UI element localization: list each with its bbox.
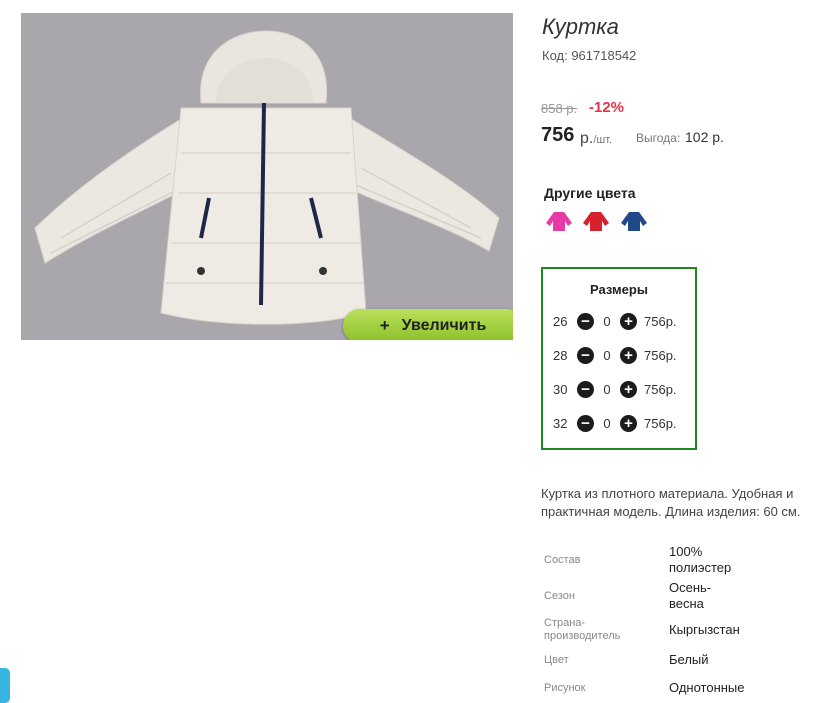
- old-price: 858 р.: [541, 101, 578, 116]
- minus-icon[interactable]: −: [577, 414, 594, 432]
- jacket-red-icon: [583, 212, 609, 231]
- spec-value: Однотонные: [669, 680, 745, 695]
- other-colors-title: Другие цвета: [544, 185, 636, 201]
- minus-icon[interactable]: −: [577, 380, 594, 398]
- product-code: Код: 961718542: [542, 48, 637, 63]
- size-row: 32 − 0 + 756р.: [553, 413, 677, 433]
- size-qty: 0: [603, 415, 611, 431]
- plus-icon: +: [379, 316, 390, 335]
- discount-badge: -12%: [589, 99, 625, 116]
- color-swatch-blue[interactable]: [620, 209, 648, 233]
- jacket-pink-icon: [546, 212, 572, 231]
- spec-label: Сезон: [544, 590, 575, 602]
- spec-value: Белый: [669, 652, 709, 667]
- jacket-illustration: [34, 30, 500, 325]
- product-description: Куртка из плотного материала. Удобная и …: [541, 486, 801, 519]
- spec-label: Цвет: [544, 654, 569, 666]
- price-unit: р./шт.: [580, 130, 612, 148]
- size-qty: 0: [603, 347, 611, 363]
- jacket-blue-icon: [621, 212, 647, 231]
- zoom-label: Увеличить: [401, 317, 487, 334]
- spec-value: 100% полиэстер: [669, 544, 732, 575]
- currency: р.: [580, 130, 594, 147]
- size-row: 26 − 0 + 756р.: [553, 311, 677, 331]
- spec-value: Осень-весна: [669, 580, 712, 611]
- color-swatch-red[interactable]: [582, 209, 610, 233]
- side-widget-tab[interactable]: [0, 668, 10, 703]
- size-price: 756р.: [644, 381, 677, 397]
- product-title: Куртка: [542, 14, 619, 39]
- unit: /шт.: [593, 134, 613, 146]
- size-row: 30 − 0 + 756р.: [553, 379, 677, 399]
- product-image[interactable]: + Увеличить: [21, 13, 513, 340]
- spec-label: Состав: [544, 554, 581, 566]
- size-price: 756р.: [644, 347, 677, 363]
- current-price: 756: [541, 124, 575, 146]
- sizes-box: Размеры 26 − 0 + 756р. 28 − 0 + 756р. 30…: [541, 267, 697, 450]
- product-page: + Увеличить Куртка Код: 961718542 858 р.…: [0, 0, 837, 703]
- benefit-label: Выгода:: [636, 131, 681, 145]
- plus-icon[interactable]: +: [620, 346, 637, 364]
- size-qty: 0: [603, 313, 611, 329]
- plus-icon[interactable]: +: [620, 380, 637, 398]
- spec-value: Кыргызстан: [669, 622, 740, 637]
- plus-icon[interactable]: +: [620, 312, 637, 330]
- minus-icon[interactable]: −: [577, 346, 594, 364]
- size-price: 756р.: [644, 415, 677, 431]
- spec-label: Рисунок: [544, 682, 586, 694]
- minus-icon[interactable]: −: [577, 312, 594, 330]
- size-number: 32: [553, 415, 568, 431]
- sizes-title: Размеры: [590, 282, 648, 297]
- size-number: 26: [553, 313, 568, 329]
- size-price: 756р.: [644, 313, 677, 329]
- plus-icon[interactable]: +: [620, 414, 637, 432]
- size-row: 28 − 0 + 756р.: [553, 345, 677, 365]
- size-number: 30: [553, 381, 568, 397]
- color-swatch-pink[interactable]: [545, 209, 573, 233]
- spec-label: Страна-производитель: [544, 617, 621, 642]
- size-qty: 0: [603, 381, 611, 397]
- benefit-value: 102 р.: [685, 129, 724, 145]
- size-number: 28: [553, 347, 568, 363]
- zoom-button[interactable]: + Увеличить: [343, 309, 513, 340]
